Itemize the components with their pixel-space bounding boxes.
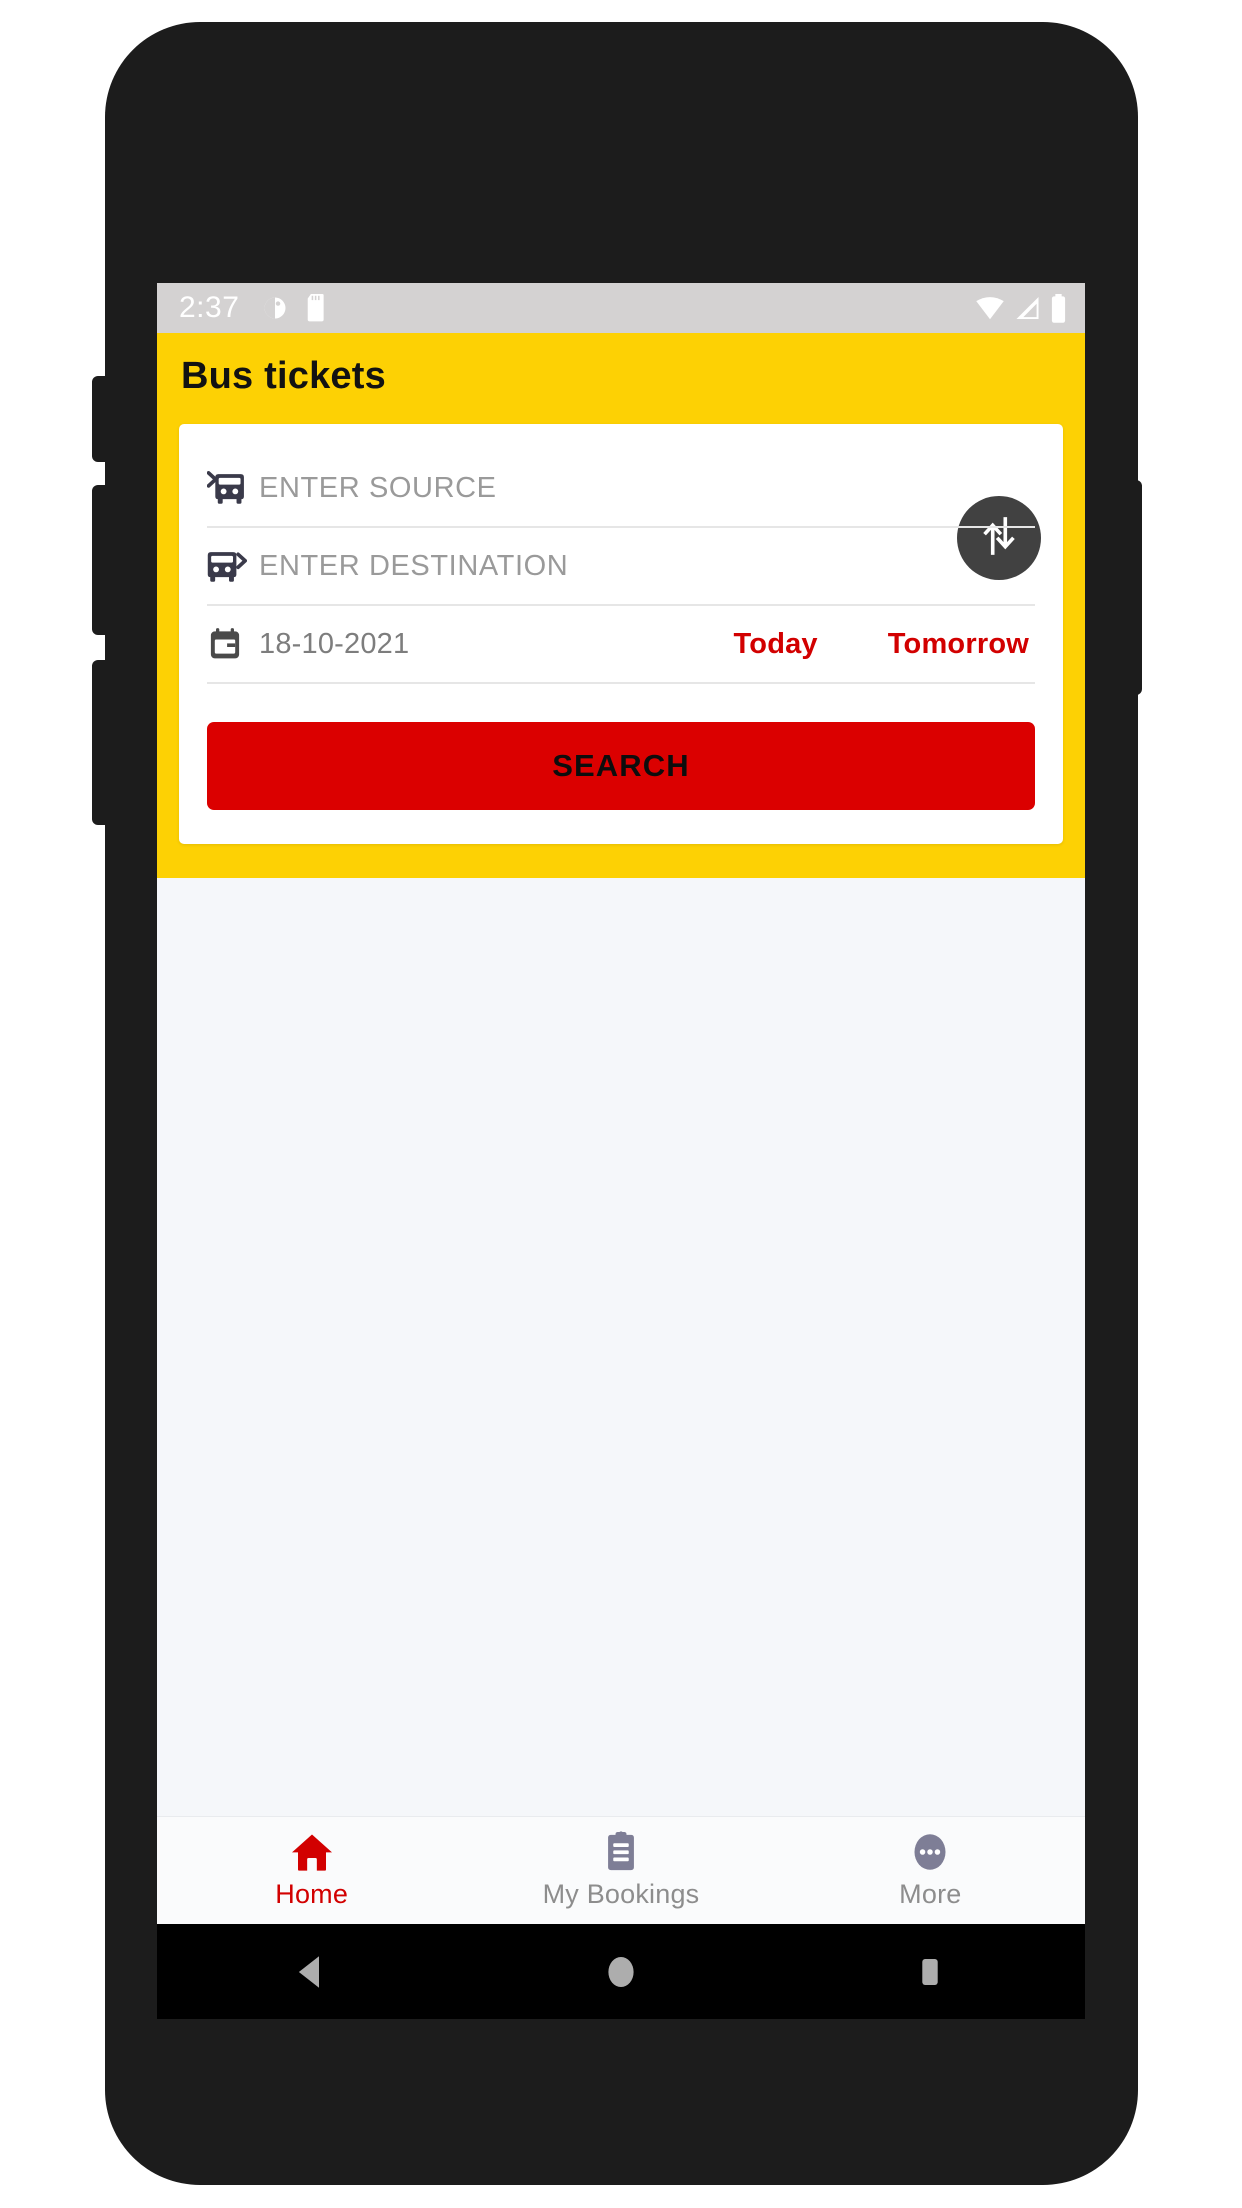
nav-label-home: Home (275, 1879, 349, 1909)
home-icon (290, 1831, 334, 1873)
sd-card-icon (305, 294, 327, 322)
back-icon[interactable] (291, 1951, 333, 1993)
nav-item-my-bookings[interactable]: My Bookings (466, 1831, 775, 1910)
search-card: ENTER SOURCE ENTER DESTINATION 18-10-202… (179, 424, 1063, 844)
location-icon (261, 294, 289, 322)
nav-item-more[interactable]: More (776, 1831, 1085, 1910)
search-button[interactable]: SEARCH (207, 722, 1035, 810)
wifi-icon (975, 295, 1005, 321)
phone-power-button[interactable] (1128, 480, 1142, 695)
quick-date-group: Today Tomorrow (734, 628, 1035, 661)
source-field[interactable]: ENTER SOURCE (207, 450, 1035, 528)
clipboard-icon (602, 1831, 640, 1873)
android-system-nav (157, 1924, 1085, 2019)
status-bar: 2:37 (157, 283, 1085, 333)
bus-depart-icon (207, 547, 259, 585)
phone-volume-down-button[interactable] (92, 660, 106, 825)
signal-icon (1014, 295, 1041, 321)
status-bar-clock: 2:37 (179, 291, 240, 324)
screenshot-stage: 2:37 Bus tickets ENTER SOURCE ENTER DEST… (0, 0, 1242, 2208)
date-field[interactable]: 18-10-2021 Today Tomorrow (207, 606, 1035, 684)
phone-volume-up-button[interactable] (92, 485, 106, 635)
home-circle-icon[interactable] (600, 1951, 642, 1993)
battery-icon (1050, 293, 1067, 323)
recents-square-icon[interactable] (909, 1951, 951, 1993)
more-dots-icon (910, 1831, 950, 1873)
nav-label-more: More (899, 1879, 962, 1909)
date-value: 18-10-2021 (259, 627, 410, 660)
bus-arrive-icon (207, 469, 259, 507)
nav-item-home[interactable]: Home (157, 1831, 466, 1910)
status-bar-left-icons (261, 294, 327, 322)
destination-placeholder: ENTER DESTINATION (259, 549, 569, 582)
app-header: Bus tickets ENTER SOURCE ENTER DESTINATI… (157, 333, 1085, 878)
calendar-icon (207, 626, 259, 662)
content-area (157, 878, 1085, 1924)
nav-label-my-bookings: My Bookings (542, 1879, 700, 1909)
phone-screen: 2:37 Bus tickets ENTER SOURCE ENTER DEST… (157, 283, 1085, 1924)
today-button[interactable]: Today (734, 628, 818, 661)
page-title: Bus tickets (181, 355, 386, 397)
tomorrow-button[interactable]: Tomorrow (888, 628, 1029, 661)
source-placeholder: ENTER SOURCE (259, 471, 497, 504)
status-bar-right-icons (975, 293, 1067, 323)
phone-side-button-top[interactable] (92, 376, 106, 462)
destination-field[interactable]: ENTER DESTINATION (207, 528, 1035, 606)
bottom-navigation: Home My Bookings More (157, 1816, 1085, 1924)
